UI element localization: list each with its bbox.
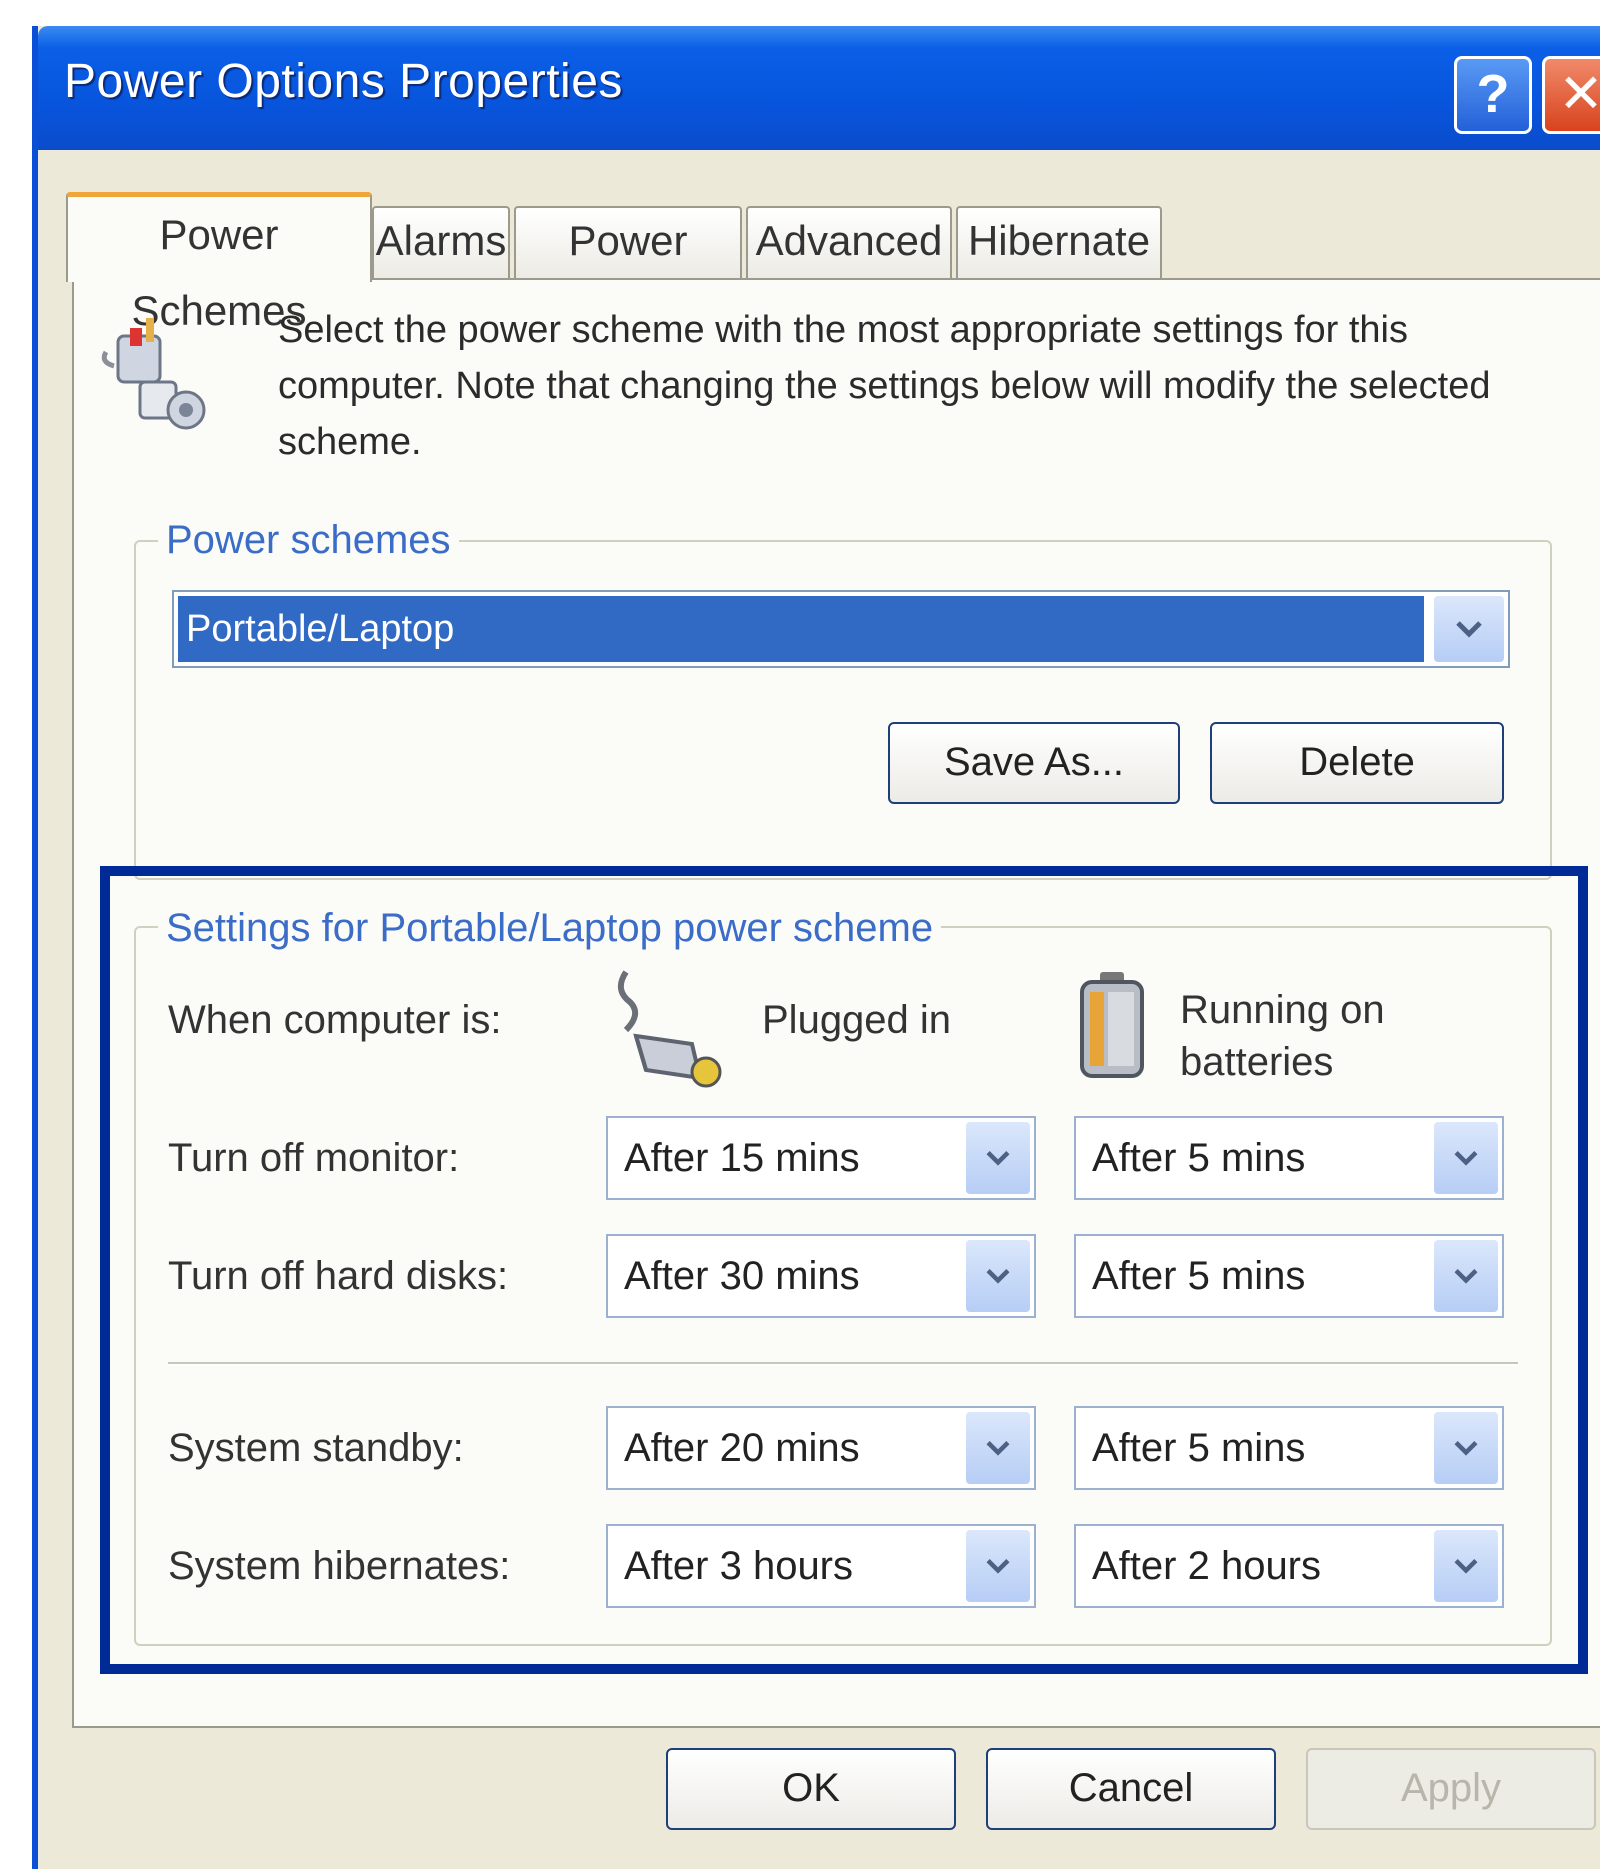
save-as-button[interactable]: Save As... (888, 722, 1180, 804)
tab-power-schemes[interactable]: Power Schemes (66, 192, 372, 334)
cancel-button[interactable]: Cancel (986, 1748, 1276, 1830)
power-scheme-dropdown[interactable]: Portable/Laptop (172, 590, 1510, 668)
tab-power-meter[interactable]: Power Meter (514, 206, 742, 330)
tab-advanced[interactable]: Advanced (746, 206, 952, 278)
settings-highlight-frame (100, 866, 1588, 1674)
power-options-icon (101, 318, 206, 430)
help-button[interactable]: ? (1454, 56, 1532, 134)
power-schemes-group-label: Power schemes (158, 518, 459, 563)
power-scheme-selected-value: Portable/Laptop (178, 596, 1424, 662)
chevron-down-icon[interactable] (1434, 596, 1504, 662)
ok-button[interactable]: OK (666, 1748, 956, 1830)
close-button[interactable]: ✕ (1542, 56, 1600, 134)
title-bar[interactable]: Power Options Properties ? ✕ (38, 26, 1600, 150)
delete-button[interactable]: Delete (1210, 722, 1504, 804)
intro-text: Select the power scheme with the most ap… (278, 309, 1491, 463)
apply-button[interactable]: Apply (1306, 1748, 1596, 1830)
tab-alarms[interactable]: Alarms (372, 206, 510, 278)
window-title: Power Options Properties (64, 55, 623, 108)
tab-hibernate[interactable]: Hibernate (956, 206, 1162, 278)
